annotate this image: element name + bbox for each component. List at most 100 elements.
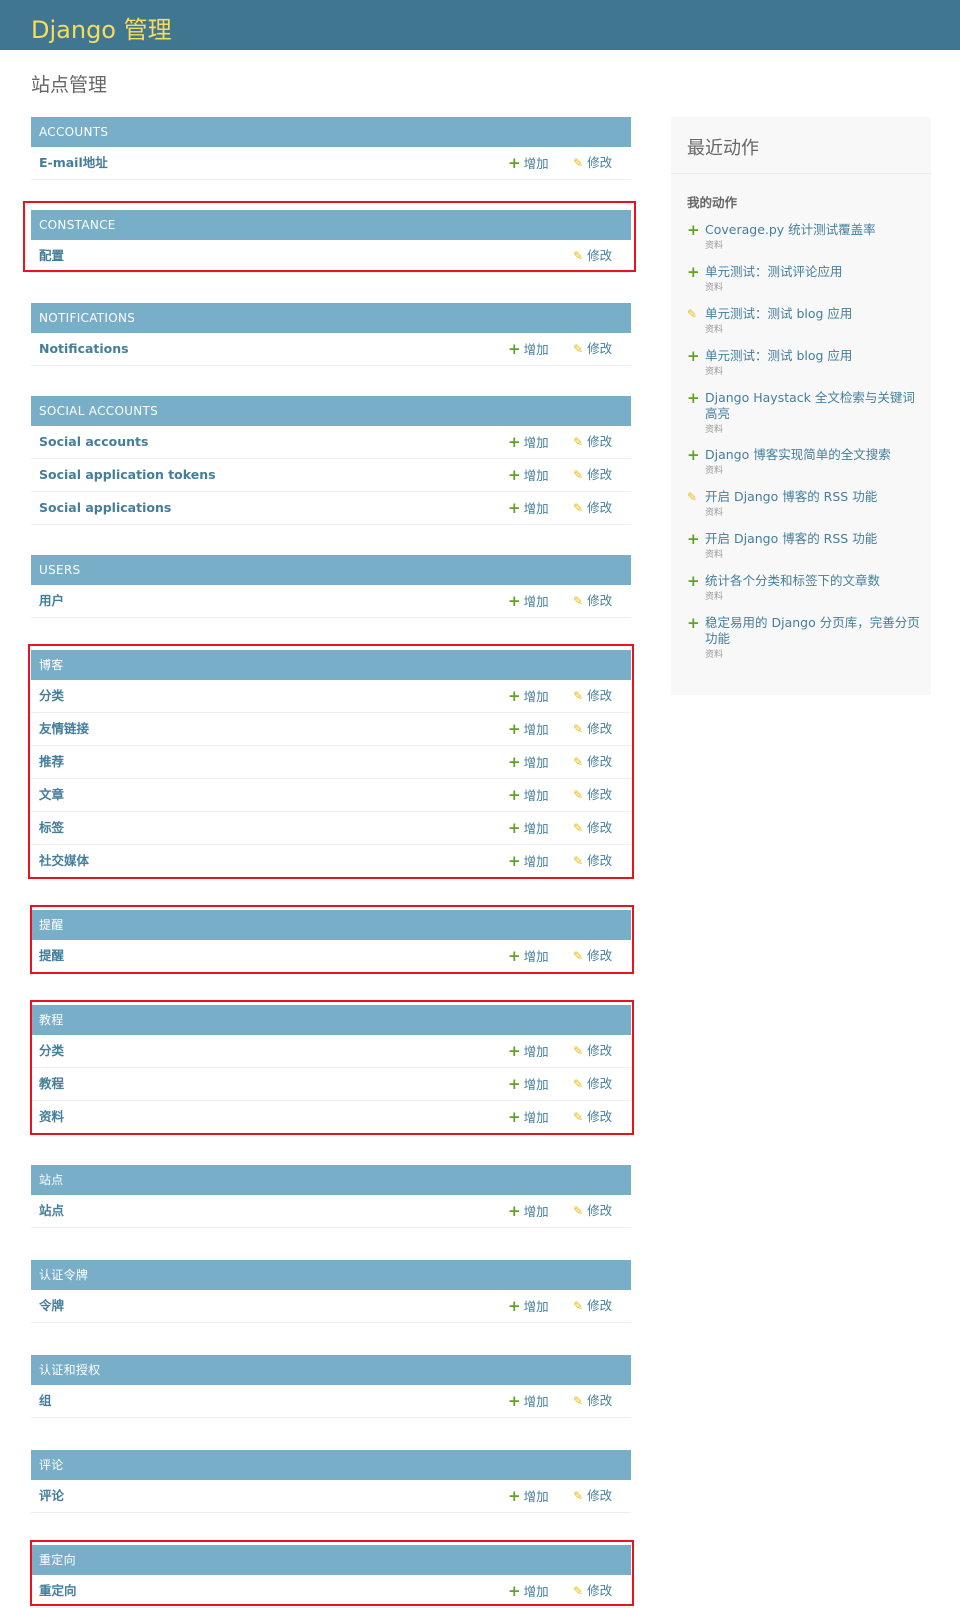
- change-button[interactable]: ✎ 修改: [573, 845, 612, 877]
- change-button[interactable]: ✎ 修改: [573, 1290, 612, 1322]
- recent-action-link[interactable]: Coverage.py 统计测试覆盖率: [705, 222, 921, 238]
- change-button[interactable]: ✎ 修改: [573, 713, 612, 745]
- recent-action-link[interactable]: 开启 Django 博客的 RSS 功能: [705, 489, 921, 505]
- app-caption[interactable]: 评论: [31, 1450, 631, 1480]
- add-button[interactable]: + 增加: [508, 1101, 549, 1134]
- change-button[interactable]: ✎ 修改: [573, 147, 612, 179]
- add-label: 增加: [523, 468, 549, 483]
- model-link[interactable]: 分类: [39, 680, 64, 712]
- add-button[interactable]: + 增加: [508, 1480, 549, 1513]
- model-link[interactable]: 社交媒体: [39, 845, 89, 877]
- add-button[interactable]: + 增加: [508, 779, 549, 812]
- app-caption[interactable]: ACCOUNTS: [31, 117, 631, 147]
- app-module: NOTIFICATIONS Notifications + 增加 ✎ 修改: [31, 303, 631, 366]
- add-button[interactable]: + 增加: [508, 1068, 549, 1101]
- model-link[interactable]: 配置: [39, 240, 64, 272]
- recent-actions-title: 最近动作: [687, 138, 759, 159]
- change-button[interactable]: ✎ 修改: [573, 492, 612, 524]
- recent-action-link[interactable]: 统计各个分类和标签下的文章数: [705, 573, 921, 589]
- add-button[interactable]: + 增加: [508, 713, 549, 746]
- add-button[interactable]: + 增加: [508, 1195, 549, 1228]
- app-caption[interactable]: 站点: [31, 1165, 631, 1195]
- pencil-icon: ✎: [573, 249, 584, 263]
- add-button[interactable]: + 增加: [508, 492, 549, 525]
- recent-action-link[interactable]: 单元测试：测试评论应用: [705, 264, 921, 280]
- app-caption[interactable]: 认证令牌: [31, 1260, 631, 1290]
- model-link[interactable]: 令牌: [39, 1290, 64, 1322]
- app-caption[interactable]: NOTIFICATIONS: [31, 303, 631, 333]
- change-button[interactable]: ✎ 修改: [573, 746, 612, 778]
- change-button[interactable]: ✎ 修改: [573, 585, 612, 617]
- model-link[interactable]: Social application tokens: [39, 459, 216, 491]
- add-button[interactable]: + 增加: [508, 940, 549, 973]
- model-link[interactable]: 组: [39, 1385, 52, 1417]
- add-button[interactable]: + 增加: [508, 585, 549, 618]
- model-link[interactable]: 标签: [39, 812, 64, 844]
- model-row: 资料 + 增加 ✎ 修改: [31, 1101, 631, 1134]
- model-link[interactable]: 站点: [39, 1195, 64, 1227]
- app-caption[interactable]: SOCIAL ACCOUNTS: [31, 396, 631, 426]
- model-link[interactable]: Notifications: [39, 333, 129, 365]
- model-link[interactable]: 提醒: [39, 940, 64, 972]
- app-caption[interactable]: USERS: [31, 555, 631, 585]
- model-link[interactable]: 推荐: [39, 746, 64, 778]
- recent-action-link[interactable]: Django 博客实现简单的全文搜索: [705, 447, 921, 463]
- change-button[interactable]: ✎ 修改: [573, 1068, 612, 1100]
- add-button[interactable]: + 增加: [508, 845, 549, 878]
- model-link[interactable]: Social applications: [39, 492, 171, 524]
- add-button[interactable]: + 增加: [508, 333, 549, 366]
- add-button[interactable]: + 增加: [508, 1035, 549, 1068]
- add-button[interactable]: + 增加: [508, 147, 549, 180]
- recent-action-link[interactable]: 稳定易用的 Django 分页库，完善分页功能: [705, 615, 921, 647]
- add-button[interactable]: + 增加: [508, 459, 549, 492]
- model-row: 用户 + 增加 ✎ 修改: [31, 585, 631, 618]
- add-button[interactable]: + 增加: [508, 1385, 549, 1418]
- change-button[interactable]: ✎ 修改: [573, 426, 612, 458]
- change-button[interactable]: ✎ 修改: [573, 459, 612, 491]
- model-link[interactable]: 文章: [39, 779, 64, 811]
- model-link[interactable]: 分类: [39, 1035, 64, 1067]
- change-button[interactable]: ✎ 修改: [573, 1101, 612, 1133]
- change-button[interactable]: ✎ 修改: [573, 812, 612, 844]
- add-button[interactable]: + 增加: [508, 812, 549, 845]
- change-button[interactable]: ✎ 修改: [573, 779, 612, 811]
- change-label: 修改: [587, 467, 613, 482]
- model-link[interactable]: Social accounts: [39, 426, 148, 458]
- change-button[interactable]: ✎ 修改: [573, 1385, 612, 1417]
- add-label: 增加: [523, 1394, 549, 1409]
- model-link[interactable]: E-mail地址: [39, 147, 108, 179]
- model-link[interactable]: 友情链接: [39, 713, 89, 745]
- change-button[interactable]: ✎ 修改: [573, 1480, 612, 1512]
- plus-icon: +: [508, 1297, 521, 1315]
- add-button[interactable]: + 增加: [508, 426, 549, 459]
- add-button[interactable]: + 增加: [508, 680, 549, 713]
- model-link[interactable]: 教程: [39, 1068, 64, 1100]
- add-button[interactable]: + 增加: [508, 746, 549, 779]
- change-button[interactable]: ✎ 修改: [573, 333, 612, 365]
- change-button[interactable]: ✎ 修改: [573, 940, 612, 972]
- page-title: 站点管理: [31, 74, 108, 96]
- recent-action-link[interactable]: 单元测试：测试 blog 应用: [705, 348, 921, 364]
- app-caption[interactable]: 博客: [31, 650, 631, 680]
- add-button[interactable]: + 增加: [508, 1290, 549, 1323]
- change-button[interactable]: ✎ 修改: [573, 240, 612, 272]
- model-link[interactable]: 重定向: [39, 1575, 77, 1607]
- change-button[interactable]: ✎ 修改: [573, 1035, 612, 1067]
- recent-action-link[interactable]: 开启 Django 博客的 RSS 功能: [705, 531, 921, 547]
- change-button[interactable]: ✎ 修改: [573, 1575, 612, 1607]
- app-caption[interactable]: 提醒: [31, 910, 631, 940]
- add-button[interactable]: + 增加: [508, 1575, 549, 1608]
- model-link[interactable]: 评论: [39, 1480, 64, 1512]
- model-link[interactable]: 资料: [39, 1101, 64, 1133]
- app-caption[interactable]: 重定向: [31, 1545, 631, 1575]
- add-label: 增加: [523, 1044, 549, 1059]
- change-button[interactable]: ✎ 修改: [573, 680, 612, 712]
- app-caption[interactable]: 认证和授权: [31, 1355, 631, 1385]
- recent-action-link[interactable]: Django Haystack 全文检索与关键词高亮: [705, 390, 921, 422]
- app-caption[interactable]: CONSTANCE: [31, 210, 631, 240]
- app-caption[interactable]: 教程: [31, 1005, 631, 1035]
- recent-action-link[interactable]: 单元测试：测试 blog 应用: [705, 306, 921, 322]
- change-button[interactable]: ✎ 修改: [573, 1195, 612, 1227]
- site-name[interactable]: Django 管理: [31, 10, 172, 45]
- model-link[interactable]: 用户: [39, 585, 64, 617]
